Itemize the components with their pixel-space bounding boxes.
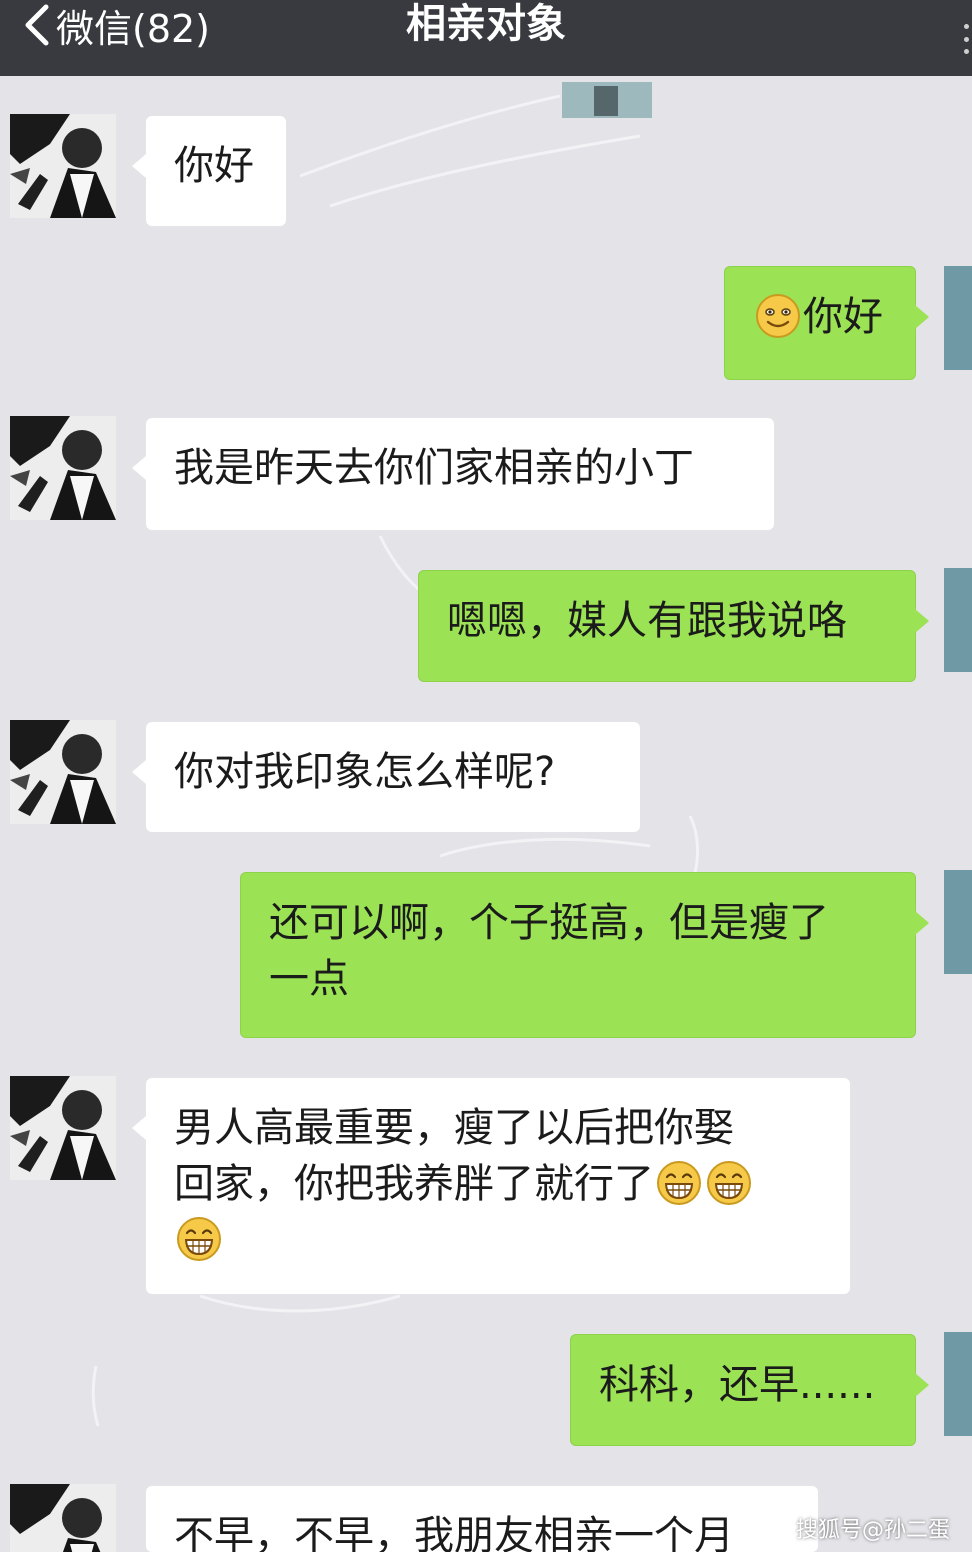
message-text-line-with-emoji: 回家，你把我养胖了就行了 <box>174 1156 822 1212</box>
my-avatar[interactable] <box>944 870 972 974</box>
message-text-line: 回家，你把我养胖了就行了 <box>174 1161 654 1207</box>
avatar-image <box>10 1076 116 1180</box>
avatar-image <box>10 1484 116 1552</box>
message-bubble-outgoing[interactable]: 嗯嗯，媒人有跟我说咯 <box>418 570 929 682</box>
message-text-line: 男人高最重要，瘦了以后把你娶 <box>174 1105 734 1151</box>
message-text-line: 还可以啊，个子挺高，但是瘦了 <box>269 900 829 946</box>
avatar-image <box>10 720 116 824</box>
message-text-line: 一点 <box>269 956 349 1002</box>
message-bubble-outgoing[interactable]: 还可以啊，个子挺高，但是瘦了 一点 <box>240 872 929 1038</box>
message-bubble-outgoing[interactable]: 你好 <box>724 266 929 380</box>
message-bubble-incoming[interactable]: 你对我印象怎么样呢? <box>132 722 640 832</box>
contact-avatar[interactable] <box>10 416 116 520</box>
grin-emoji-icon <box>707 1161 751 1205</box>
message-text: 我是昨天去你们家相亲的小丁 <box>174 445 694 491</box>
message-bubble-incoming[interactable]: 不早，不早，我朋友相亲一个月 <box>146 1486 818 1552</box>
top-bar: 微信(82) 相亲对象 <box>0 0 972 76</box>
source-watermark: 搜狐号@孙二蛋 <box>795 1518 950 1543</box>
grin-emoji-icon <box>657 1161 701 1205</box>
contact-avatar[interactable] <box>10 1484 116 1552</box>
my-avatar[interactable] <box>944 266 972 370</box>
chat-title: 相亲对象 <box>406 1 566 47</box>
message-bubble-incoming[interactable]: 我是昨天去你们家相亲的小丁 <box>132 418 774 530</box>
message-text: 嗯嗯，媒人有跟我说咯 <box>447 598 847 644</box>
my-avatar[interactable] <box>944 568 972 672</box>
message-bubble-outgoing[interactable]: 科科，还早...... <box>570 1334 929 1446</box>
grin-emoji-icon <box>177 1217 221 1261</box>
message-text: 你好 <box>174 143 254 189</box>
contact-avatar[interactable] <box>10 114 116 218</box>
more-icon[interactable] <box>964 24 970 54</box>
message-text: 不早，不早，我朋友相亲一个月 <box>174 1513 734 1552</box>
message-text: 你对我印象怎么样呢? <box>174 749 556 795</box>
message-text: 你好 <box>803 294 883 340</box>
avatar-image <box>10 416 116 520</box>
contact-avatar[interactable] <box>10 720 116 824</box>
message-text: 科科，还早...... <box>599 1362 876 1408</box>
message-bubble-incoming[interactable]: 男人高最重要，瘦了以后把你娶 回家，你把我养胖了就行了 <box>132 1078 850 1294</box>
smile-emoji-icon <box>756 294 800 338</box>
contact-avatar[interactable] <box>10 1076 116 1180</box>
message-bubble-incoming[interactable]: 你好 <box>132 116 286 226</box>
emoji-line <box>174 1212 822 1268</box>
avatar-image <box>10 114 116 218</box>
my-avatar[interactable] <box>944 1332 972 1436</box>
